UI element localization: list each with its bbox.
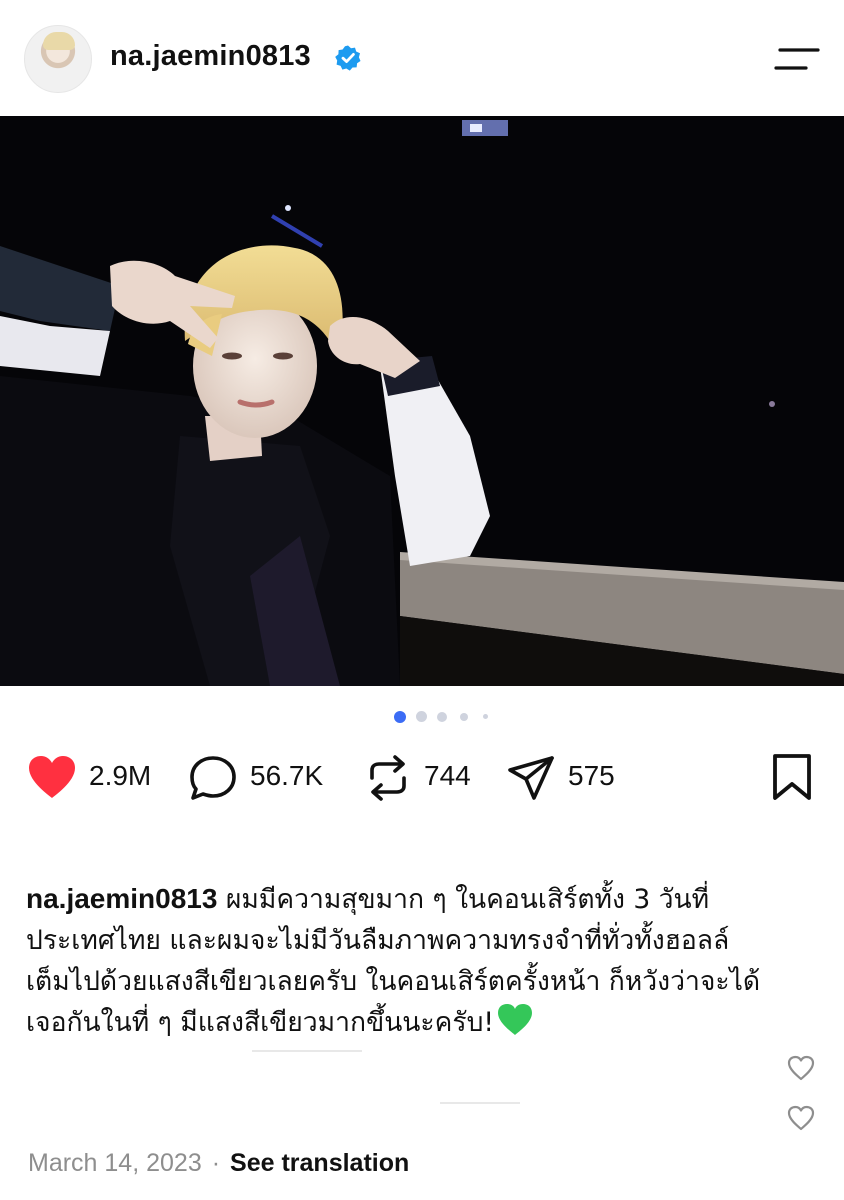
heart-filled-icon[interactable] — [26, 754, 78, 800]
green-heart-icon — [498, 1004, 533, 1035]
caption-text-4: เจอกันในที่ ๆ มีแสงสีเขียวมากขึ้นนะครับ! — [26, 1007, 495, 1038]
caption-line-3: เต็มไปด้วยแสงสีเขียวเลยครับ ในคอนเสิร์ตค… — [26, 966, 761, 997]
share-count[interactable]: 575 — [568, 760, 615, 792]
comment-icon[interactable] — [188, 754, 238, 802]
caption-line-4: เจอกันในที่ ๆ มีแสงสีเขียวมากขึ้นนะครับ! — [26, 1002, 826, 1043]
hidden-comment-placeholder — [252, 1050, 362, 1052]
verified-badge-icon — [335, 45, 361, 71]
carousel-dot — [483, 714, 488, 719]
hidden-comment-placeholder — [440, 1102, 520, 1104]
see-translation-link[interactable]: See translation — [230, 1149, 409, 1177]
repost-icon[interactable] — [366, 754, 410, 802]
comment-like-heart-icon[interactable] — [786, 1054, 816, 1082]
post-photo[interactable] — [0, 116, 844, 686]
caption-line-2: ประเทศไทย และผมจะไม่มีวันลืมภาพความทรงจำ… — [26, 925, 730, 956]
carousel-dot-active — [394, 711, 406, 723]
carousel-dot — [437, 712, 447, 722]
caption-line-1: na.jaemin0813 ผมมีความสุขมาก ๆ ในคอนเสิร… — [26, 878, 826, 920]
post-header: na.jaemin0813 — [0, 0, 844, 116]
avatar[interactable] — [24, 25, 92, 93]
post-date: March 14, 2023 — [28, 1149, 202, 1177]
carousel-indicator — [0, 708, 844, 726]
share-icon[interactable] — [506, 754, 556, 802]
post-caption: na.jaemin0813 ผมมีความสุขมาก ๆ ในคอนเสิร… — [26, 878, 826, 1043]
comment-count[interactable]: 56.7K — [250, 760, 323, 792]
post-footer: March 14, 2023 · See translation — [28, 1148, 409, 1178]
menu-icon[interactable] — [774, 44, 820, 74]
caption-text-1: ผมมีความสุขมาก ๆ ในคอนเสิร์ตทั้ง 3 วันที… — [225, 884, 710, 915]
action-bar: 2.9M 56.7K 744 575 — [0, 748, 844, 804]
repost-count[interactable]: 744 — [424, 760, 471, 792]
bookmark-icon[interactable] — [770, 753, 814, 801]
carousel-dot — [416, 711, 427, 722]
carousel-dot — [460, 713, 468, 721]
comment-like-heart-icon[interactable] — [786, 1104, 816, 1132]
like-count[interactable]: 2.9M — [89, 760, 151, 792]
header-username[interactable]: na.jaemin0813 — [110, 40, 311, 73]
footer-separator: · — [211, 1149, 221, 1177]
caption-username[interactable]: na.jaemin0813 — [26, 883, 217, 914]
